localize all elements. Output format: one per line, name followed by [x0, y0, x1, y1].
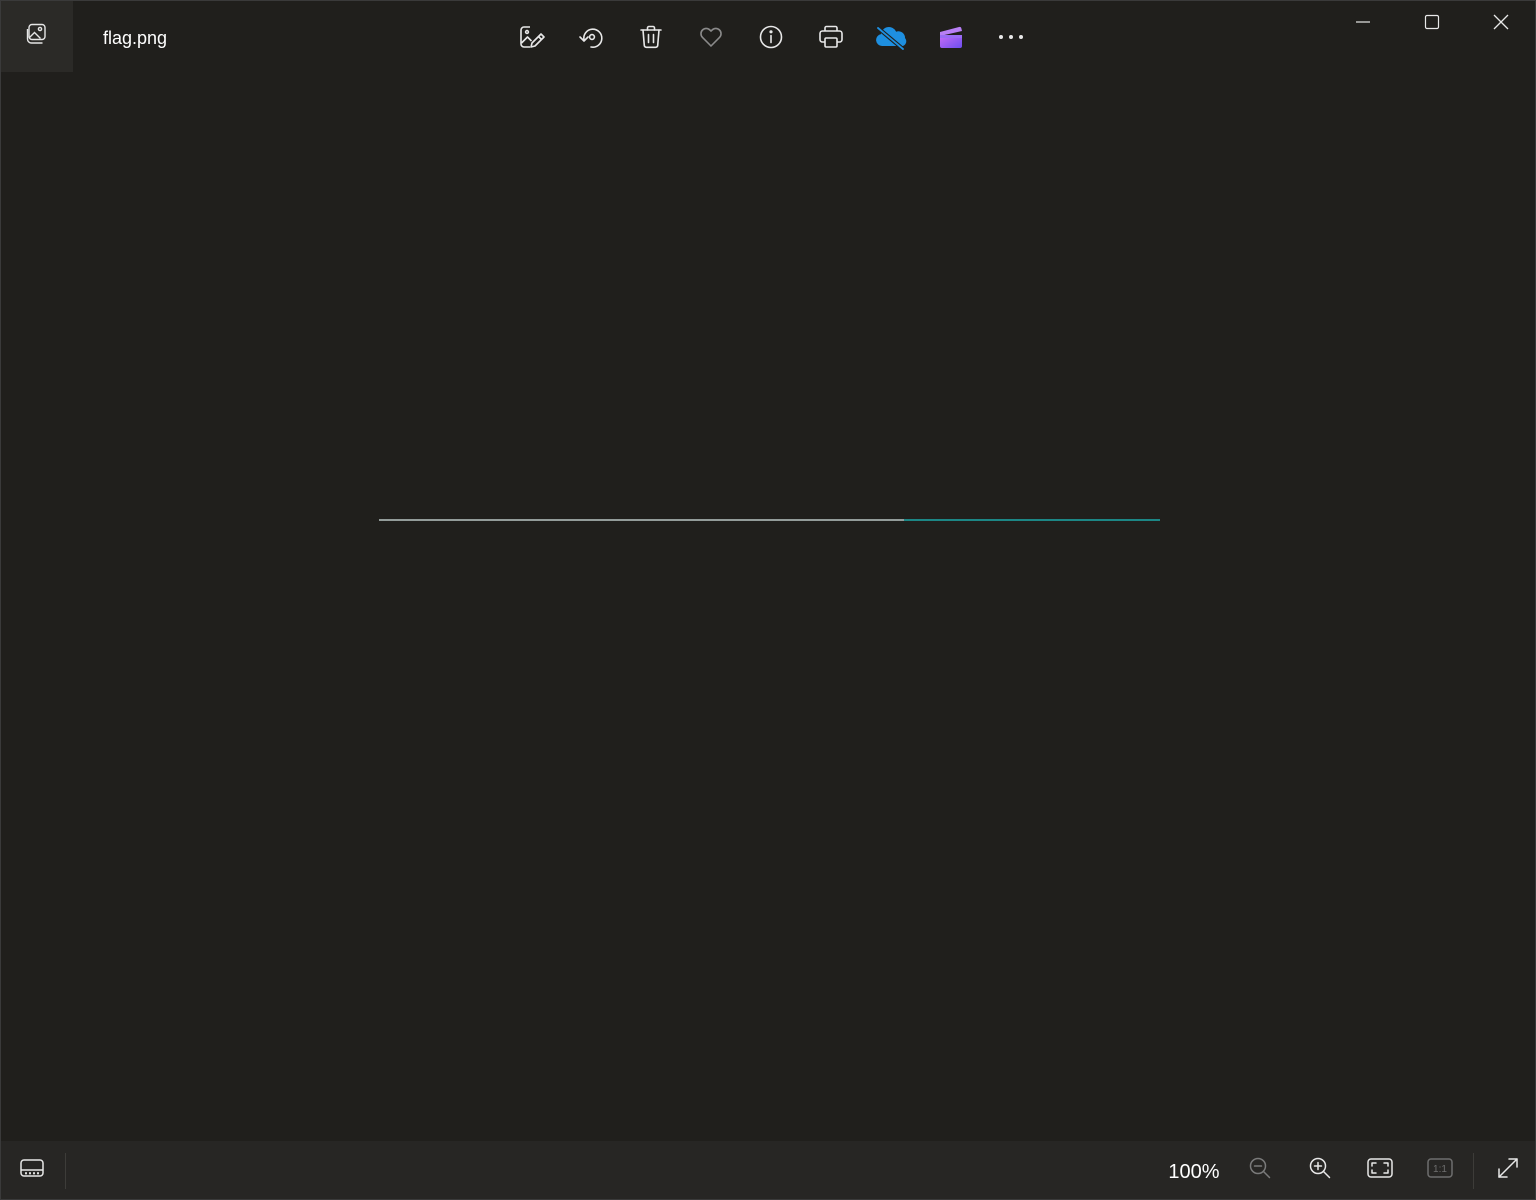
clipchamp-button[interactable]	[921, 13, 981, 61]
more-icon	[997, 33, 1025, 41]
photos-window: flag.png 100% 1:1	[0, 0, 1536, 1200]
fit-to-window-button[interactable]	[1356, 1147, 1404, 1193]
rotate-button[interactable]	[561, 13, 621, 61]
heart-icon	[698, 24, 724, 50]
favorite-button[interactable]	[681, 13, 741, 61]
minimize-icon	[1355, 14, 1371, 35]
edit-image-button[interactable]	[501, 13, 561, 61]
file-name-label: flag.png	[103, 28, 168, 48]
actual-size-icon: 1:1	[1426, 1157, 1454, 1184]
zoom-in-icon	[1308, 1156, 1332, 1185]
bottom-bar-divider-right	[1473, 1153, 1474, 1189]
edit-image-icon	[517, 23, 545, 51]
rotate-icon	[577, 23, 605, 51]
photos-app-icon	[25, 22, 49, 51]
window-controls	[1328, 1, 1535, 47]
zoom-out-button[interactable]	[1236, 1147, 1284, 1193]
maximize-button[interactable]	[1397, 1, 1466, 47]
actual-size-button[interactable]: 1:1	[1416, 1147, 1464, 1193]
delete-button[interactable]	[621, 13, 681, 61]
trash-icon	[638, 24, 664, 50]
close-icon	[1493, 14, 1509, 35]
more-options-button[interactable]	[981, 13, 1041, 61]
fit-to-window-icon	[1366, 1157, 1394, 1184]
print-button[interactable]	[801, 13, 861, 61]
bottom-bar: 100% 1:1	[1, 1141, 1535, 1199]
toolbar	[501, 13, 1041, 61]
minimize-button[interactable]	[1328, 1, 1397, 47]
printer-icon	[817, 23, 845, 51]
displayed-image	[379, 519, 1160, 521]
info-icon	[758, 24, 784, 50]
cloud-off-icon	[874, 24, 908, 50]
zoom-level-label[interactable]: 100%	[1163, 1160, 1225, 1184]
onedrive-button[interactable]	[861, 13, 921, 61]
bottom-bar-divider	[65, 1153, 66, 1189]
file-info-button[interactable]	[741, 13, 801, 61]
app-icon-button[interactable]	[1, 1, 73, 72]
filmstrip-icon	[19, 1157, 45, 1184]
image-canvas[interactable]	[1, 73, 1535, 1141]
actual-size-label: 1:1	[1433, 1164, 1447, 1175]
zoom-in-button[interactable]	[1296, 1147, 1344, 1193]
full-screen-icon	[1496, 1156, 1520, 1185]
clipchamp-icon	[937, 23, 965, 51]
full-screen-button[interactable]	[1484, 1147, 1532, 1193]
close-button[interactable]	[1466, 1, 1535, 47]
title-bar: flag.png	[1, 1, 1535, 73]
zoom-out-icon	[1248, 1156, 1272, 1185]
maximize-icon	[1424, 14, 1440, 35]
filmstrip-button[interactable]	[7, 1147, 57, 1193]
